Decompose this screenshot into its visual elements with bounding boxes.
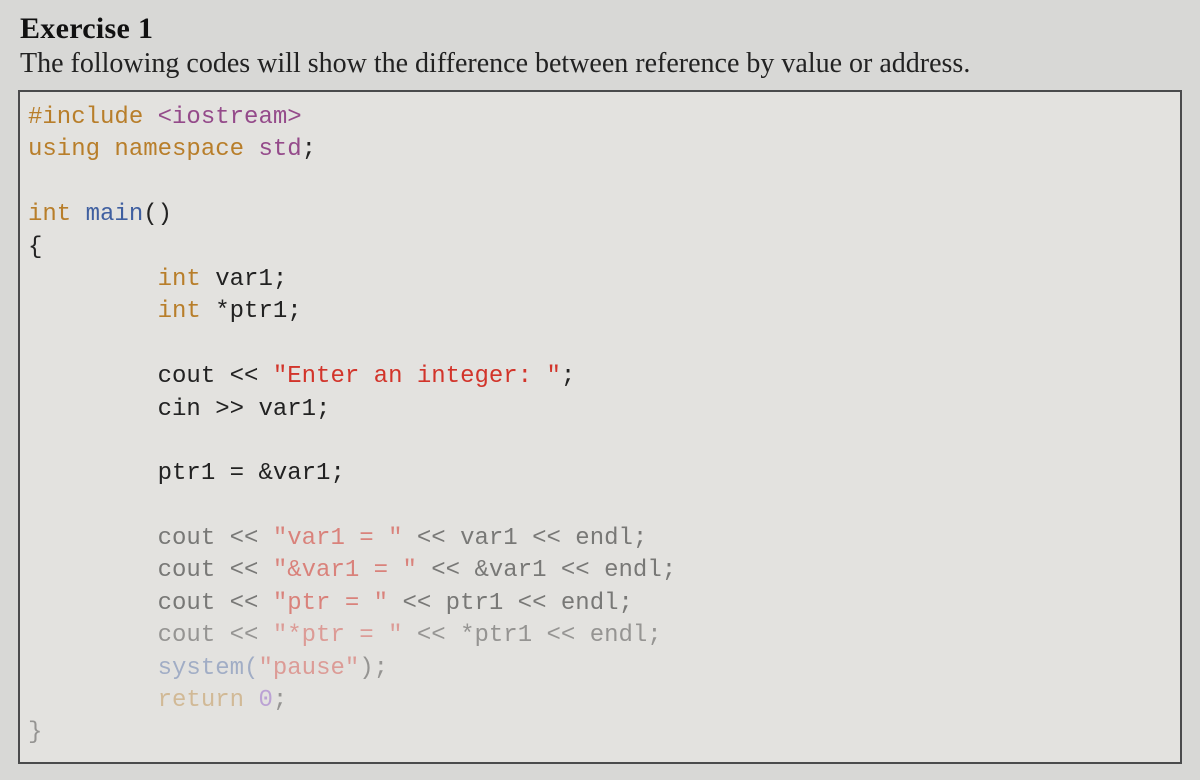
- document-page: Exercise 1 The following codes will show…: [0, 0, 1200, 764]
- code-token: return: [158, 687, 244, 714]
- code-token: ;: [273, 687, 287, 714]
- code-token: system(: [158, 655, 259, 682]
- code-token: int: [158, 298, 201, 325]
- code-token: cout <<: [158, 590, 273, 617]
- code-token: << ptr1 << endl;: [388, 590, 633, 617]
- code-token: ;: [561, 363, 575, 390]
- code-token: "*ptr = ": [273, 622, 403, 649]
- code-token: );: [359, 655, 388, 682]
- code-token: namespace: [100, 136, 244, 163]
- code-token: 0: [244, 687, 273, 714]
- exercise-intro: The following codes will show the differ…: [20, 48, 1182, 80]
- code-token: var1;: [201, 266, 287, 293]
- code-token: <iostream>: [143, 104, 301, 131]
- code-token: (): [143, 201, 172, 228]
- code-token: main: [71, 201, 143, 228]
- code-token: "ptr = ": [273, 590, 388, 617]
- code-token: using: [28, 136, 100, 163]
- code-token: << var1 << endl;: [402, 525, 647, 552]
- code-line: #include: [28, 104, 143, 131]
- code-token: cin >> var1;: [158, 396, 331, 423]
- code-token: ;: [302, 136, 316, 163]
- exercise-heading: Exercise 1: [20, 12, 1182, 46]
- code-token: "var1 = ": [273, 525, 403, 552]
- code-token: cout <<: [158, 557, 273, 584]
- code-block: #include <iostream> using namespace std;…: [18, 90, 1182, 764]
- code-token: << &var1 << endl;: [417, 557, 676, 584]
- code-token: cout <<: [158, 622, 273, 649]
- code-token: "&var1 = ": [273, 557, 417, 584]
- code-token: int: [158, 266, 201, 293]
- code-token: }: [28, 719, 42, 746]
- code-token: {: [28, 234, 42, 261]
- code-token: ptr1 = &var1;: [158, 460, 345, 487]
- code-token: int: [28, 201, 71, 228]
- code-token: std: [244, 136, 302, 163]
- code-token: *ptr1;: [201, 298, 302, 325]
- code-token: "pause": [258, 655, 359, 682]
- code-token: << *ptr1 << endl;: [402, 622, 661, 649]
- code-token: cout <<: [158, 525, 273, 552]
- code-token: cout <<: [158, 363, 273, 390]
- code-token: "Enter an integer: ": [273, 363, 561, 390]
